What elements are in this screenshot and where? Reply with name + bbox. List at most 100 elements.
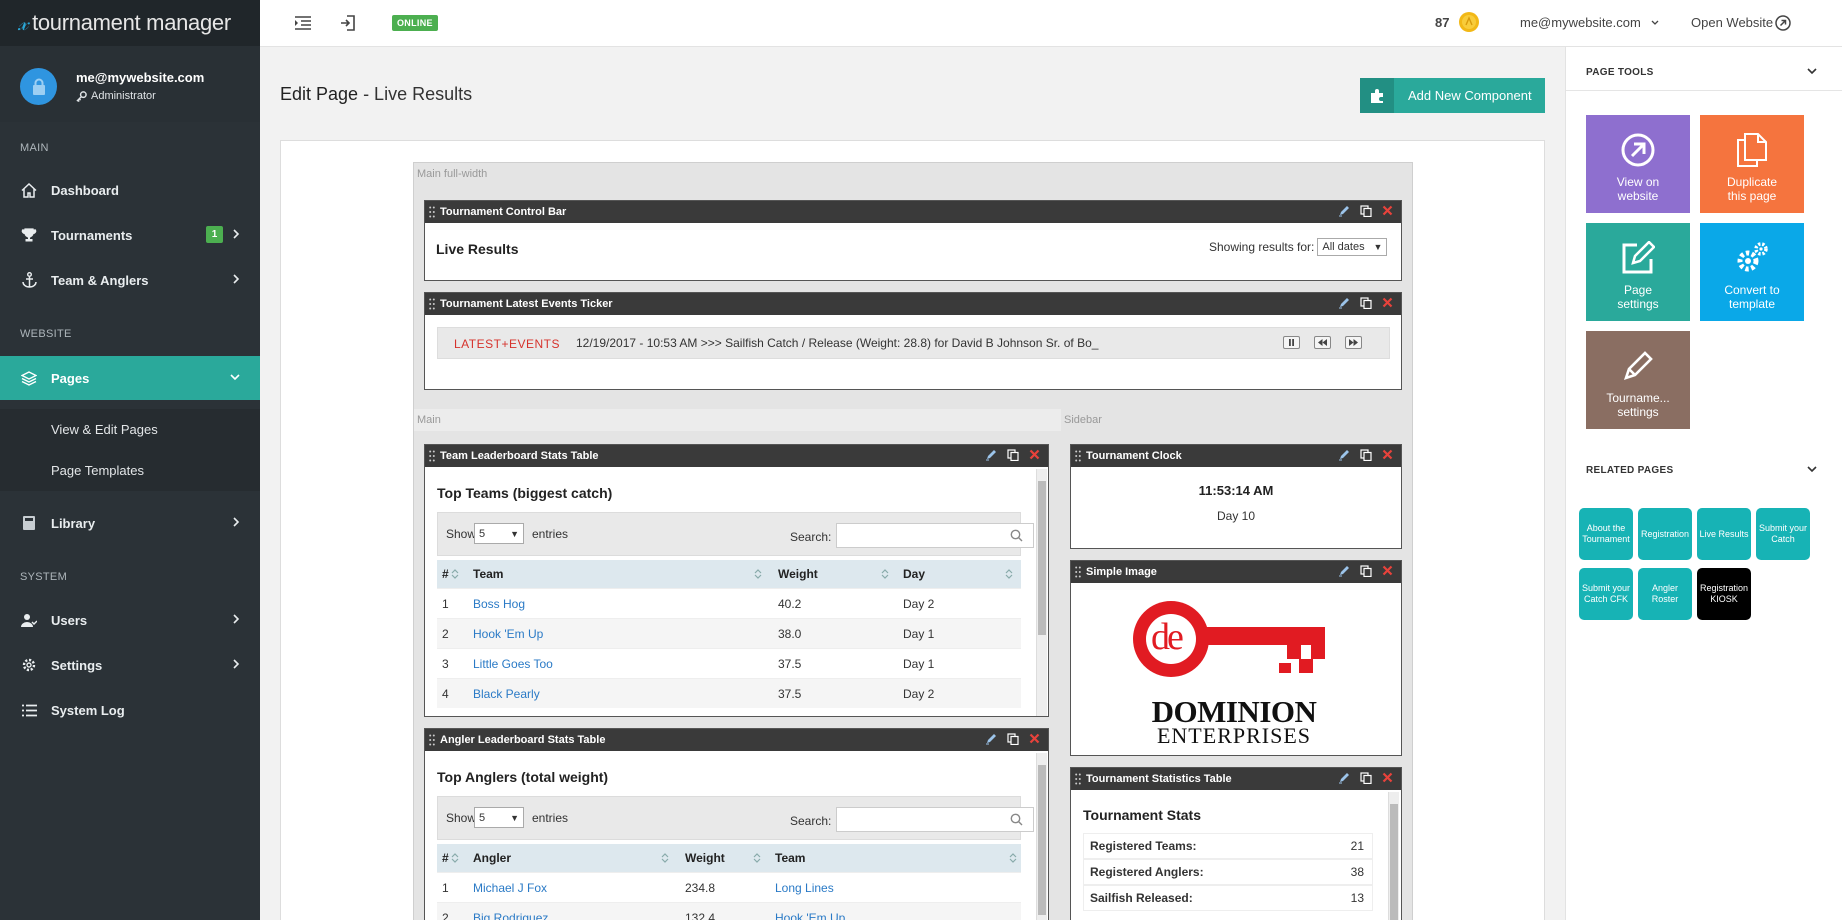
edit-icon[interactable] — [985, 449, 997, 461]
close-icon[interactable] — [1382, 772, 1393, 783]
team-link[interactable]: Hook 'Em Up — [473, 619, 543, 648]
subnav-page-templates[interactable]: Page Templates — [0, 450, 260, 491]
col-angler[interactable]: Angler — [473, 844, 673, 872]
copy-icon[interactable] — [1360, 297, 1372, 309]
subnav-view-edit-pages[interactable]: View & Edit Pages — [0, 409, 260, 450]
col-day[interactable]: Day — [903, 560, 1017, 588]
app-logo[interactable]: 𝓍 tournament manager — [0, 0, 260, 46]
drag-handle-icon[interactable] — [1075, 450, 1081, 462]
drag-handle-icon[interactable] — [429, 206, 435, 218]
edit-icon[interactable] — [1338, 772, 1350, 784]
col-team[interactable]: Team — [473, 560, 766, 588]
copy-icon[interactable] — [1360, 772, 1372, 784]
edit-icon[interactable] — [1338, 297, 1350, 309]
component-header[interactable]: Tournament Control Bar — [425, 201, 1401, 223]
avatar[interactable] — [20, 68, 57, 105]
scrollbar[interactable] — [1036, 469, 1047, 716]
team-link[interactable]: Black Pearly — [473, 679, 540, 708]
drag-handle-icon[interactable] — [429, 450, 435, 462]
edit-icon[interactable] — [985, 733, 997, 745]
entries-select[interactable]: 5 ▼ — [474, 523, 524, 544]
sidebar-item-system-log[interactable]: System Log — [0, 688, 260, 732]
sidebar-item-users[interactable]: Users — [0, 598, 260, 642]
edit-icon[interactable] — [1338, 205, 1350, 217]
page-settings-tile[interactable]: Page settings — [1586, 223, 1690, 321]
edit-icon[interactable] — [1338, 449, 1350, 461]
related-page-submit-catch[interactable]: Submit your Catch — [1756, 508, 1810, 560]
angler-link[interactable]: Michael J Fox — [473, 873, 547, 902]
copy-icon[interactable] — [1007, 449, 1019, 461]
coin-icon[interactable] — [1458, 11, 1480, 33]
copy-icon[interactable] — [1360, 205, 1372, 217]
view-on-website-tile[interactable]: View on website — [1586, 115, 1690, 213]
related-page-submit-catch-cfk[interactable]: Submit your Catch CFK — [1579, 568, 1633, 620]
close-icon[interactable] — [1382, 449, 1393, 460]
component-header[interactable]: Tournament Statistics Table — [1071, 768, 1401, 790]
sidebar-item-settings[interactable]: Settings — [0, 643, 260, 687]
scrollbar-thumb[interactable] — [1038, 765, 1046, 915]
drag-handle-icon[interactable] — [1075, 566, 1081, 578]
col-rank[interactable]: # — [442, 560, 462, 588]
open-website-link[interactable]: Open Website — [1691, 15, 1773, 30]
close-icon[interactable] — [1029, 733, 1040, 744]
close-icon[interactable] — [1029, 449, 1040, 460]
team-link[interactable]: Boss Hog — [473, 589, 525, 618]
related-page-registration-kiosk[interactable]: Registration KIOSK — [1697, 568, 1751, 620]
entries-select[interactable]: 5 ▼ — [474, 807, 524, 828]
edit-icon[interactable] — [1338, 565, 1350, 577]
previous-button[interactable] — [1314, 336, 1331, 349]
drag-handle-icon[interactable] — [1075, 773, 1081, 785]
scrollbar-thumb[interactable] — [1038, 481, 1046, 635]
col-rank[interactable]: # — [442, 844, 462, 872]
component-header[interactable]: Tournament Clock — [1071, 445, 1401, 467]
col-weight[interactable]: Weight — [685, 844, 765, 872]
chevron-down-icon[interactable] — [1807, 68, 1817, 75]
pause-button[interactable] — [1283, 336, 1300, 349]
convert-template-tile[interactable]: Convert to template — [1700, 223, 1804, 321]
indent-menu-icon[interactable] — [295, 16, 311, 30]
copy-icon[interactable] — [1360, 449, 1372, 461]
angler-link[interactable]: Big Rodriguez — [473, 903, 548, 920]
related-page-registration[interactable]: Registration — [1638, 508, 1692, 560]
search-input[interactable] — [836, 807, 1034, 832]
component-header[interactable]: Team Leaderboard Stats Table — [425, 445, 1048, 467]
component-header[interactable]: Angler Leaderboard Stats Table — [425, 729, 1048, 751]
scrollbar[interactable] — [1388, 792, 1399, 920]
chevron-down-icon[interactable] — [1807, 466, 1817, 473]
sidebar-item-pages[interactable]: Pages — [0, 356, 260, 400]
close-icon[interactable] — [1382, 205, 1393, 216]
date-select[interactable]: All dates ▼ — [1317, 238, 1388, 256]
component-header[interactable]: Tournament Latest Events Ticker — [425, 293, 1401, 315]
duplicate-page-tile[interactable]: Duplicate this page — [1700, 115, 1804, 213]
drag-handle-icon[interactable] — [429, 734, 435, 746]
component-header[interactable]: Simple Image — [1071, 561, 1401, 583]
account-menu[interactable]: me@mywebsite.com — [1520, 15, 1641, 30]
sidebar-item-tournaments[interactable]: Tournaments 1 — [0, 213, 260, 257]
team-link[interactable]: Hook 'Em Up — [775, 903, 845, 920]
sidebar-item-dashboard[interactable]: Dashboard — [0, 168, 260, 212]
copy-icon[interactable] — [1360, 565, 1372, 577]
related-page-live-results[interactable]: Live Results — [1697, 508, 1751, 560]
page-tools-heading[interactable]: PAGE TOOLS — [1586, 67, 1654, 78]
copy-icon[interactable] — [1007, 733, 1019, 745]
scrollbar[interactable] — [1036, 753, 1047, 920]
drag-handle-icon[interactable] — [429, 298, 435, 310]
close-icon[interactable] — [1382, 297, 1393, 308]
table-row: 2 Hook 'Em Up 38.0 Day 1 — [437, 618, 1021, 648]
close-icon[interactable] — [1382, 565, 1393, 576]
related-pages-heading[interactable]: RELATED PAGES — [1586, 465, 1673, 476]
col-team[interactable]: Team — [775, 844, 1021, 872]
tournament-settings-tile[interactable]: Tourname... settings — [1586, 331, 1690, 429]
sidebar-item-library[interactable]: Library — [0, 501, 260, 545]
related-page-angler-roster[interactable]: Angler Roster — [1638, 568, 1692, 620]
sign-in-icon[interactable] — [340, 15, 355, 31]
team-link[interactable]: Long Lines — [775, 873, 834, 902]
scrollbar-thumb[interactable] — [1390, 804, 1398, 920]
next-button[interactable] — [1345, 336, 1362, 349]
add-new-component-button[interactable]: Add New Component — [1360, 78, 1545, 113]
search-input[interactable] — [836, 523, 1034, 548]
related-page-about[interactable]: About the Tournament — [1579, 508, 1633, 560]
col-weight[interactable]: Weight — [778, 560, 893, 588]
sidebar-item-team-anglers[interactable]: Team & Anglers — [0, 258, 260, 302]
team-link[interactable]: Little Goes Too — [473, 649, 553, 678]
